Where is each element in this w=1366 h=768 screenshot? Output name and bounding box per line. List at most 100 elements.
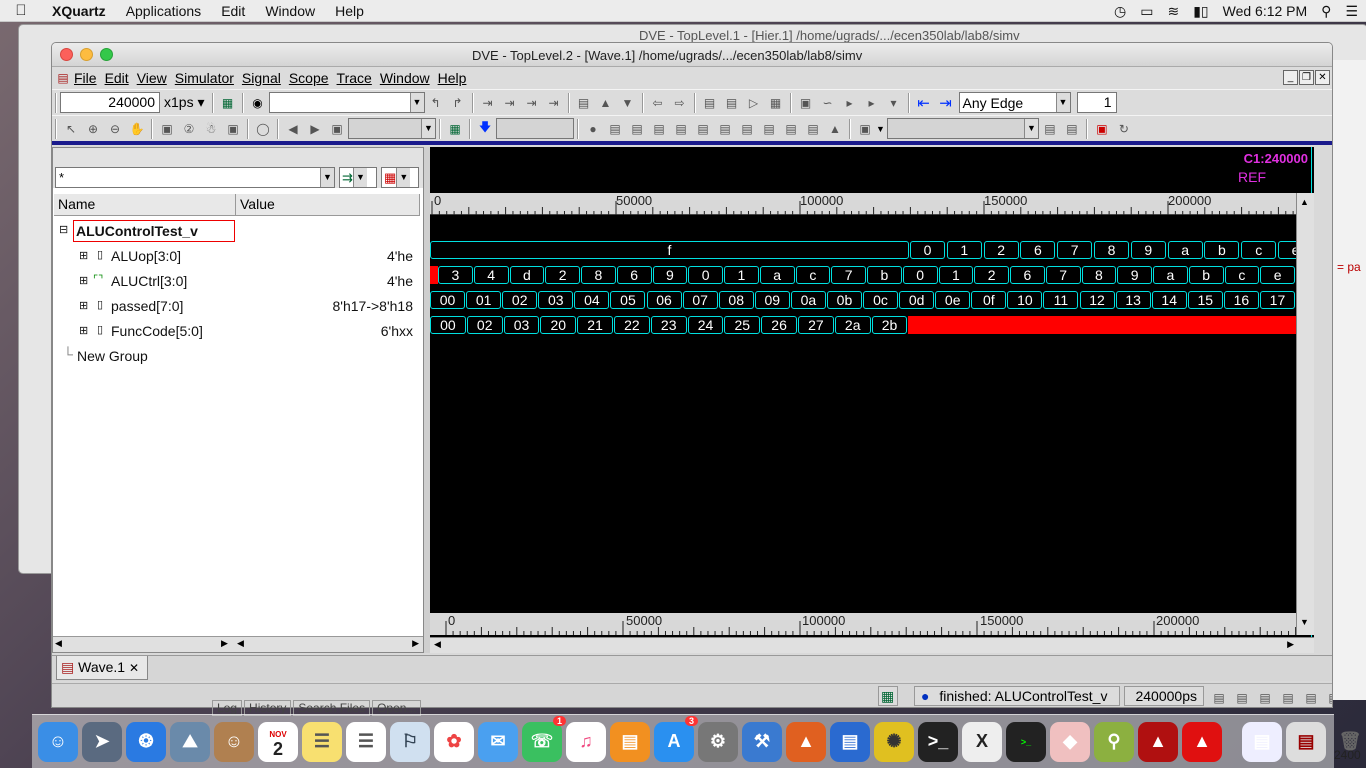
wave-value-segment[interactable]: 08 bbox=[718, 291, 754, 309]
wave-value-segment[interactable]: 01 bbox=[466, 291, 502, 309]
wave-value-segment[interactable]: c bbox=[795, 266, 831, 284]
messages-icon[interactable]: ✉ bbox=[478, 721, 518, 762]
safari-icon[interactable]: ❂ bbox=[126, 721, 166, 762]
signal-list-icon[interactable]: ▦ bbox=[218, 93, 238, 113]
wave-horizontal-scrollbar[interactable]: ◀ ▶ bbox=[430, 637, 1314, 653]
cursor-c1-label[interactable]: C1:240000 bbox=[1244, 151, 1308, 166]
wave-value-segment[interactable]: 09 bbox=[754, 291, 790, 309]
xcode-icon[interactable]: ⚒ bbox=[742, 721, 782, 762]
wave-value-segment[interactable]: 2 bbox=[545, 266, 580, 284]
signal-row-aluctrl[interactable]: ⊞ ⌜⌝ ALUCtrl[3:0] 4'he bbox=[53, 271, 419, 295]
func-break-icon[interactable]: ▤ bbox=[627, 119, 647, 139]
hierarchy-icon[interactable]: ▦ bbox=[766, 93, 786, 113]
wave-value-segment[interactable]: 8 bbox=[581, 266, 616, 284]
pan-hand-icon[interactable]: ✋ bbox=[127, 119, 147, 139]
menu-view[interactable]: View bbox=[137, 70, 173, 86]
sim-control-icon[interactable]: ▤ bbox=[1040, 119, 1060, 139]
finder-icon[interactable]: ☺ bbox=[38, 721, 78, 762]
continue-icon[interactable]: ⇥ bbox=[544, 93, 564, 113]
zoom-forward-icon[interactable]: ▶ bbox=[305, 119, 325, 139]
line-break-icon[interactable]: ▤ bbox=[605, 119, 625, 139]
wave-value-segment[interactable]: 6 bbox=[616, 266, 652, 284]
wave-value-segment[interactable]: 15 bbox=[1187, 291, 1223, 309]
wave-value-segment[interactable]: 7 bbox=[1045, 266, 1081, 284]
scroll-left-icon[interactable]: ◀ bbox=[237, 638, 244, 649]
filter-icon[interactable]: ▾ bbox=[884, 93, 904, 113]
wave-value-segment[interactable]: 2 bbox=[974, 266, 1009, 284]
schematic-window-icon[interactable]: ▤ bbox=[1278, 688, 1298, 707]
documents-stack-icon[interactable]: ▤ bbox=[1286, 721, 1326, 762]
scroll-left-icon[interactable]: ◀ bbox=[434, 639, 441, 650]
watch-break-icon[interactable]: ▤ bbox=[737, 119, 757, 139]
wave-value-segment[interactable]: 14 bbox=[1151, 291, 1187, 309]
display-filter-button[interactable]: ▦ ▼ bbox=[381, 167, 419, 188]
wave-value-segment[interactable]: b bbox=[867, 266, 902, 284]
zoom-cursor-icon[interactable]: ☃ bbox=[201, 119, 221, 139]
wave-value-segment[interactable]: 1 bbox=[938, 266, 974, 284]
mdi-minimize-button[interactable]: _ bbox=[1283, 70, 1298, 85]
wave-value-segment[interactable]: 07 bbox=[682, 291, 718, 309]
menu-window[interactable]: Window bbox=[255, 3, 325, 19]
wave-value-segment[interactable]: 8 bbox=[1094, 241, 1129, 259]
wave-value-segment[interactable]: 11 bbox=[1043, 291, 1079, 309]
wave-value-segment[interactable]: d bbox=[509, 266, 545, 284]
wave-value-segment[interactable]: e bbox=[1260, 266, 1295, 284]
menu-edit-dve[interactable]: Edit bbox=[105, 70, 135, 86]
reference-label[interactable]: REF bbox=[1238, 169, 1266, 185]
mdi-restore-button[interactable]: ❐ bbox=[1299, 70, 1314, 85]
signal-row-aluop[interactable]: ⊞ ▯ ALUop[3:0] 4'he bbox=[53, 246, 419, 270]
launchpad-icon[interactable]: ➤ bbox=[82, 721, 122, 762]
wave-value-segment[interactable]: 16 bbox=[1223, 291, 1259, 309]
mathematica-icon[interactable]: ✺ bbox=[874, 721, 914, 762]
maps-icon[interactable]: ⚐ bbox=[390, 721, 430, 762]
wave-value-segment[interactable]: 8 bbox=[1081, 266, 1117, 284]
wave-value-segment[interactable]: 9 bbox=[652, 266, 688, 284]
matlab-icon[interactable]: ▲ bbox=[786, 721, 826, 762]
group-icon[interactable]: ▣ bbox=[796, 93, 816, 113]
ibooks-icon[interactable]: ▤ bbox=[610, 721, 650, 762]
name-column-header[interactable]: Name bbox=[54, 194, 236, 215]
wave-value-segment[interactable]: 6 bbox=[1020, 241, 1056, 259]
time-input[interactable]: 240000 bbox=[60, 92, 160, 113]
wave-value-segment[interactable]: 4 bbox=[473, 266, 509, 284]
wave-value-segment[interactable]: 0c bbox=[863, 291, 899, 309]
save-icon[interactable]: ▤ bbox=[574, 93, 594, 113]
zoom-region-icon[interactable]: ▣ bbox=[223, 119, 243, 139]
wave-value-segment[interactable]: 1 bbox=[946, 241, 982, 259]
wave-value-segment[interactable]: 0b bbox=[826, 291, 862, 309]
sim-exec-icon[interactable]: ▤ bbox=[1062, 119, 1082, 139]
app-menu-xquartz[interactable]: XQuartz bbox=[42, 3, 116, 19]
menu-signal[interactable]: Signal bbox=[242, 70, 287, 86]
wave-value-segment[interactable]: 00 bbox=[430, 291, 466, 309]
reminders-icon[interactable]: ☰ bbox=[346, 721, 386, 762]
value-column-header[interactable]: Value bbox=[236, 194, 420, 215]
wave-value-segment[interactable]: 12 bbox=[1079, 291, 1115, 309]
terminal-icon[interactable]: >_ bbox=[918, 721, 958, 762]
thread-break-icon[interactable]: ▤ bbox=[693, 119, 713, 139]
left-horizontal-scrollbar[interactable]: ◀ ▶ ◀ ▶ bbox=[53, 636, 423, 652]
time-ruler-top[interactable]: 0 50000 100000 150000 200000 ▲ bbox=[430, 193, 1314, 215]
collapse-icon[interactable]: ⊟ bbox=[59, 223, 68, 236]
clock[interactable]: Wed 6:12 PM bbox=[1223, 3, 1308, 19]
menu-help[interactable]: Help bbox=[325, 3, 374, 19]
trigger-break-icon[interactable]: ▤ bbox=[803, 119, 823, 139]
close-tab-icon[interactable]: ✕ bbox=[129, 661, 139, 675]
close-window-button[interactable] bbox=[60, 48, 73, 61]
restart-sim-icon[interactable]: ↻ bbox=[1114, 119, 1134, 139]
menu-applications[interactable]: Applications bbox=[116, 3, 212, 19]
expand-icon[interactable]: ⊞ bbox=[79, 274, 88, 287]
scroll-down-button[interactable]: ▼ bbox=[1296, 613, 1314, 635]
spotlight-search-icon[interactable]: ⚲ bbox=[1321, 3, 1331, 20]
menu-help-dve[interactable]: Help bbox=[438, 70, 473, 86]
waveform-grid-icon[interactable]: ▦ bbox=[445, 119, 465, 139]
wave-funccode[interactable]: 00 02 03 20 21 22 23 24 25 26 27 2a 2b bbox=[430, 316, 1296, 334]
signal-row-funccode[interactable]: ⊞ ▯ FuncCode[5:0] 6'hxx bbox=[53, 321, 419, 345]
hat-icon[interactable]: ▲ bbox=[825, 119, 845, 139]
wave-value-segment[interactable]: 27 bbox=[798, 316, 834, 334]
trace-icon[interactable]: ∽ bbox=[818, 93, 838, 113]
wave-value-segment[interactable]: c bbox=[1224, 266, 1260, 284]
edge-type-select[interactable]: Any Edge ▼ bbox=[958, 92, 1071, 113]
wave-value-segment[interactable]: c bbox=[1241, 241, 1277, 259]
wave-value-segment[interactable]: 9 bbox=[1117, 266, 1152, 284]
wave-value-segment[interactable]: a bbox=[1167, 241, 1203, 259]
